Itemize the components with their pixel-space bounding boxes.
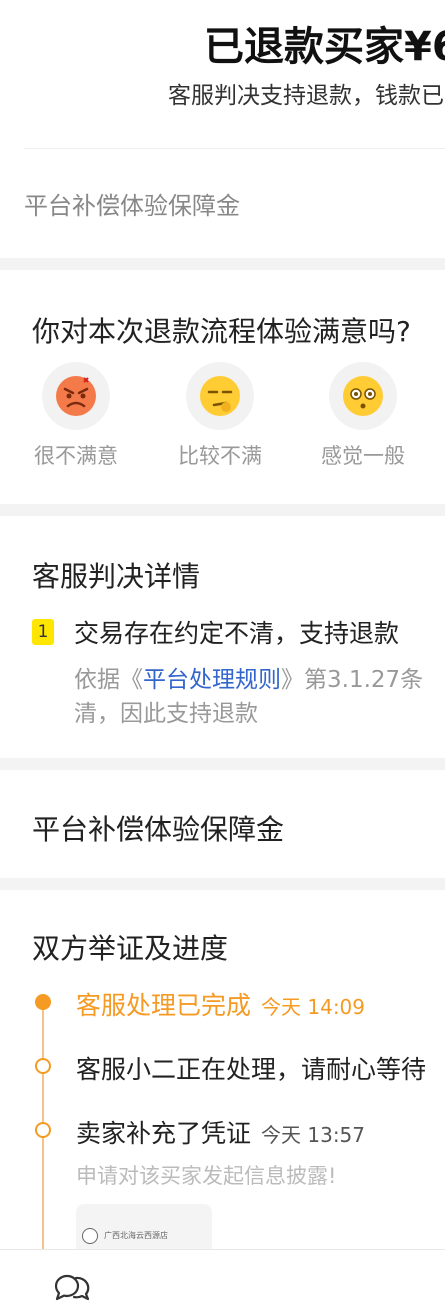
rating-label: 很不满意 bbox=[34, 444, 118, 468]
timeline-dot bbox=[35, 1058, 51, 1074]
judgment-reason: 交易存在约定不清，支持退款 bbox=[74, 619, 400, 648]
item-number-badge: 1 bbox=[32, 619, 54, 645]
timeline-item-time: 今天 14:09 bbox=[261, 995, 366, 1019]
neutral-face-icon bbox=[329, 362, 397, 430]
rating-label: 感觉一般 bbox=[321, 444, 405, 468]
timeline-item-text: 卖家补充了凭证 bbox=[76, 1119, 252, 1148]
section-gap bbox=[0, 758, 445, 770]
timeline-dot bbox=[35, 1122, 51, 1138]
bottom-bar bbox=[0, 1249, 445, 1312]
basis-prefix: 依据《 bbox=[74, 667, 143, 693]
rating-neutral[interactable]: 感觉一般 bbox=[308, 362, 418, 470]
timeline-item-subtext: 申请对该买家发起信息披露! bbox=[76, 1164, 337, 1188]
timeline-item: 客服小二正在处理，请耐心等待 bbox=[76, 1050, 426, 1086]
angry-face-icon bbox=[42, 362, 110, 430]
judgment-title: 客服判决详情 bbox=[32, 560, 201, 593]
rating-label: 比较不满 bbox=[178, 444, 262, 468]
refund-status-subtitle: 客服判决支持退款，钱款已 bbox=[168, 83, 444, 109]
compensation-link-top[interactable]: 平台补偿体验保障金 bbox=[24, 186, 240, 221]
judgment-basis: 依据《平台处理规则》第3.1.27条 bbox=[74, 660, 423, 694]
judgment-basis-continued: 清，因此支持退款 bbox=[74, 701, 258, 727]
rating-very-unsatisfied[interactable]: 很不满意 bbox=[21, 362, 131, 470]
platform-rules-link[interactable]: 平台处理规则 bbox=[143, 667, 281, 693]
compensation-section-title[interactable]: 平台补偿体验保障金 bbox=[32, 808, 284, 848]
thumbnail-text: 广西北海云西源店 bbox=[104, 1231, 168, 1240]
timeline-item-text: 客服小二正在处理，请耐心等待 bbox=[76, 1055, 427, 1084]
timeline-dot-active bbox=[35, 994, 51, 1010]
rating-somewhat-unsatisfied[interactable]: 比较不满 bbox=[165, 362, 275, 470]
unamused-face-icon bbox=[186, 362, 254, 430]
refund-status-title: 已退款买家¥6 bbox=[204, 24, 445, 70]
avatar bbox=[82, 1228, 98, 1244]
divider bbox=[24, 148, 445, 149]
timeline-item-text: 客服处理已完成 bbox=[76, 991, 252, 1020]
section-gap bbox=[0, 258, 445, 270]
section-gap bbox=[0, 878, 445, 890]
evidence-title: 双方举证及进度 bbox=[32, 932, 229, 965]
chat-bubbles-icon[interactable] bbox=[52, 1272, 92, 1306]
timeline-item: 客服处理已完成 今天 14:09 bbox=[76, 986, 365, 1022]
timeline-item: 卖家补充了凭证 今天 13:57 bbox=[76, 1114, 365, 1150]
refund-header: 已退款买家¥6 客服判决支持退款，钱款已 bbox=[0, 0, 445, 148]
timeline-item-time: 今天 13:57 bbox=[261, 1123, 366, 1147]
section-gap bbox=[0, 504, 445, 516]
satisfaction-title: 你对本次退款流程体验满意吗? bbox=[32, 315, 411, 348]
basis-suffix: 》第3.1.27条 bbox=[281, 667, 424, 693]
